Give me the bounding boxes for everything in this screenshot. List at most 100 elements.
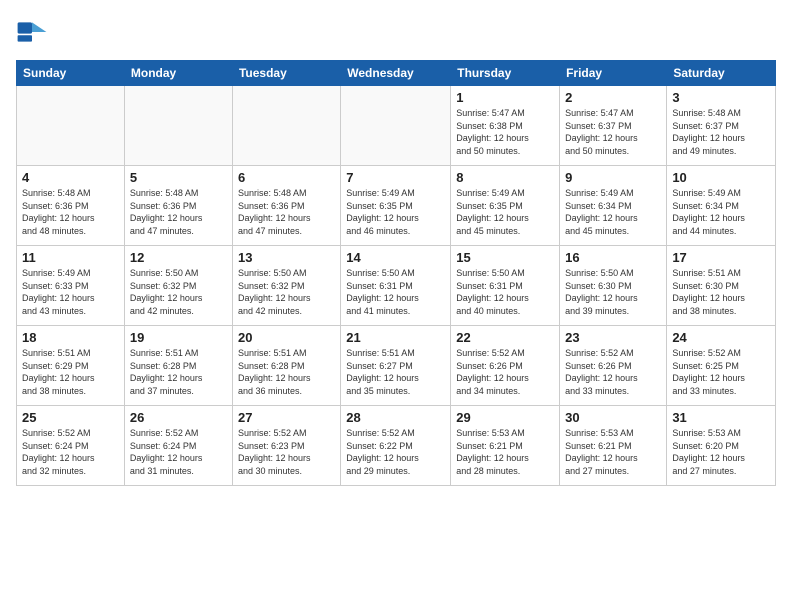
day-number: 17 (672, 250, 770, 265)
day-number: 22 (456, 330, 554, 345)
calendar-day-27: 27 Sunrise: 5:52 AMSunset: 6:23 PMDayligh… (232, 406, 340, 486)
calendar-day-23: 23 Sunrise: 5:52 AMSunset: 6:26 PMDayligh… (560, 326, 667, 406)
calendar-day-19: 19Sunrise: 5:51 AMSunset: 6:28 PMDayligh… (124, 326, 232, 406)
day-number: 30 (565, 410, 661, 425)
calendar-day-8: 8Sunrise: 5:49 AMSunset: 6:35 PMDaylight… (451, 166, 560, 246)
calendar-day-12: 12 Sunrise: 5:50 AMSunset: 6:32 PMDayligh… (124, 246, 232, 326)
calendar-day-30: 30 Sunrise: 5:53 AMSunset: 6:21 PMDayligh… (560, 406, 667, 486)
calendar-day-1: 1Sunrise: 5:47 AMSunset: 6:38 PMDaylight… (451, 86, 560, 166)
day-number: 26 (130, 410, 227, 425)
day-info: Sunrise: 5:49 AMSunset: 6:33 PMDaylight:… (22, 267, 119, 317)
calendar-day-4: 4 Sunrise: 5:48 AMSunset: 6:36 PMDaylight… (17, 166, 125, 246)
day-number: 5 (130, 170, 227, 185)
day-info: Sunrise: 5:50 AMSunset: 6:32 PMDaylight:… (238, 267, 335, 317)
day-number: 18 (22, 330, 119, 345)
day-info: Sunrise: 5:52 AMSunset: 6:26 PMDaylight:… (456, 347, 554, 397)
day-number: 16 (565, 250, 661, 265)
day-number: 23 (565, 330, 661, 345)
day-number: 24 (672, 330, 770, 345)
day-number: 9 (565, 170, 661, 185)
calendar-day-6: 6 Sunrise: 5:48 AMSunset: 6:36 PMDaylight… (232, 166, 340, 246)
calendar-day-31: 31 Sunrise: 5:53 AMSunset: 6:20 PMDayligh… (667, 406, 776, 486)
day-info: Sunrise: 5:50 AMSunset: 6:31 PMDaylight:… (456, 267, 554, 317)
calendar-day-18: 18 Sunrise: 5:51 AMSunset: 6:29 PMDayligh… (17, 326, 125, 406)
day-info: Sunrise: 5:48 AMSunset: 6:37 PMDaylight:… (672, 107, 770, 157)
day-number: 27 (238, 410, 335, 425)
empty-cell (124, 86, 232, 166)
day-number: 2 (565, 90, 661, 105)
calendar-day-2: 2 Sunrise: 5:47 AMSunset: 6:37 PMDaylight… (560, 86, 667, 166)
day-number: 6 (238, 170, 335, 185)
day-number: 8 (456, 170, 554, 185)
calendar-day-24: 24 Sunrise: 5:52 AMSunset: 6:25 PMDayligh… (667, 326, 776, 406)
calendar-day-25: 25Sunrise: 5:52 AMSunset: 6:24 PMDayligh… (17, 406, 125, 486)
day-header-wednesday: Wednesday (341, 61, 451, 86)
calendar-week-row: 11 Sunrise: 5:49 AMSunset: 6:33 PMDayligh… (17, 246, 776, 326)
logo-icon (16, 16, 48, 48)
calendar-day-16: 16 Sunrise: 5:50 AMSunset: 6:30 PMDayligh… (560, 246, 667, 326)
day-info: Sunrise: 5:51 AMSunset: 6:29 PMDaylight:… (22, 347, 119, 397)
calendar-day-3: 3 Sunrise: 5:48 AMSunset: 6:37 PMDaylight… (667, 86, 776, 166)
day-info: Sunrise: 5:49 AMSunset: 6:34 PMDaylight:… (565, 187, 661, 237)
calendar-table: SundayMondayTuesdayWednesdayThursdayFrid… (16, 60, 776, 486)
day-number: 21 (346, 330, 445, 345)
day-number: 29 (456, 410, 554, 425)
day-header-saturday: Saturday (667, 61, 776, 86)
day-info: Sunrise: 5:48 AMSunset: 6:36 PMDaylight:… (238, 187, 335, 237)
day-number: 3 (672, 90, 770, 105)
day-number: 20 (238, 330, 335, 345)
calendar-day-21: 21Sunrise: 5:51 AMSunset: 6:27 PMDayligh… (341, 326, 451, 406)
day-info: Sunrise: 5:51 AMSunset: 6:30 PMDaylight:… (672, 267, 770, 317)
day-info: Sunrise: 5:48 AMSunset: 6:36 PMDaylight:… (22, 187, 119, 237)
day-number: 7 (346, 170, 445, 185)
day-info: Sunrise: 5:53 AMSunset: 6:21 PMDaylight:… (565, 427, 661, 477)
day-info: Sunrise: 5:49 AMSunset: 6:34 PMDaylight:… (672, 187, 770, 237)
day-header-tuesday: Tuesday (232, 61, 340, 86)
calendar-day-13: 13 Sunrise: 5:50 AMSunset: 6:32 PMDayligh… (232, 246, 340, 326)
day-info: Sunrise: 5:52 AMSunset: 6:23 PMDaylight:… (238, 427, 335, 477)
calendar-day-7: 7 Sunrise: 5:49 AMSunset: 6:35 PMDaylight… (341, 166, 451, 246)
calendar-day-29: 29 Sunrise: 5:53 AMSunset: 6:21 PMDayligh… (451, 406, 560, 486)
day-number: 12 (130, 250, 227, 265)
day-header-thursday: Thursday (451, 61, 560, 86)
day-info: Sunrise: 5:50 AMSunset: 6:32 PMDaylight:… (130, 267, 227, 317)
page-header (16, 16, 776, 48)
day-info: Sunrise: 5:52 AMSunset: 6:26 PMDaylight:… (565, 347, 661, 397)
calendar-day-10: 10 Sunrise: 5:49 AMSunset: 6:34 PMDayligh… (667, 166, 776, 246)
day-info: Sunrise: 5:47 AMSunset: 6:38 PMDaylight:… (456, 107, 554, 157)
day-number: 15 (456, 250, 554, 265)
day-info: Sunrise: 5:49 AMSunset: 6:35 PMDaylight:… (346, 187, 445, 237)
day-info: Sunrise: 5:51 AMSunset: 6:28 PMDaylight:… (238, 347, 335, 397)
day-info: Sunrise: 5:50 AMSunset: 6:31 PMDaylight:… (346, 267, 445, 317)
day-info: Sunrise: 5:53 AMSunset: 6:21 PMDaylight:… (456, 427, 554, 477)
calendar-day-15: 15 Sunrise: 5:50 AMSunset: 6:31 PMDayligh… (451, 246, 560, 326)
calendar-day-5: 5 Sunrise: 5:48 AMSunset: 6:36 PMDaylight… (124, 166, 232, 246)
day-info: Sunrise: 5:50 AMSunset: 6:30 PMDaylight:… (565, 267, 661, 317)
day-number: 4 (22, 170, 119, 185)
day-info: Sunrise: 5:52 AMSunset: 6:24 PMDaylight:… (22, 427, 119, 477)
day-number: 13 (238, 250, 335, 265)
calendar-day-22: 22 Sunrise: 5:52 AMSunset: 6:26 PMDayligh… (451, 326, 560, 406)
day-number: 14 (346, 250, 445, 265)
calendar-week-row: 4 Sunrise: 5:48 AMSunset: 6:36 PMDaylight… (17, 166, 776, 246)
calendar-week-row: 25Sunrise: 5:52 AMSunset: 6:24 PMDayligh… (17, 406, 776, 486)
day-header-monday: Monday (124, 61, 232, 86)
day-info: Sunrise: 5:52 AMSunset: 6:25 PMDaylight:… (672, 347, 770, 397)
day-number: 10 (672, 170, 770, 185)
day-info: Sunrise: 5:52 AMSunset: 6:22 PMDaylight:… (346, 427, 445, 477)
day-info: Sunrise: 5:52 AMSunset: 6:24 PMDaylight:… (130, 427, 227, 477)
calendar-header-row: SundayMondayTuesdayWednesdayThursdayFrid… (17, 61, 776, 86)
day-info: Sunrise: 5:48 AMSunset: 6:36 PMDaylight:… (130, 187, 227, 237)
empty-cell (17, 86, 125, 166)
calendar-day-17: 17 Sunrise: 5:51 AMSunset: 6:30 PMDayligh… (667, 246, 776, 326)
calendar-day-14: 14 Sunrise: 5:50 AMSunset: 6:31 PMDayligh… (341, 246, 451, 326)
day-info: Sunrise: 5:47 AMSunset: 6:37 PMDaylight:… (565, 107, 661, 157)
day-number: 19 (130, 330, 227, 345)
day-header-sunday: Sunday (17, 61, 125, 86)
empty-cell (341, 86, 451, 166)
day-number: 31 (672, 410, 770, 425)
day-number: 28 (346, 410, 445, 425)
calendar-day-20: 20 Sunrise: 5:51 AMSunset: 6:28 PMDayligh… (232, 326, 340, 406)
day-number: 11 (22, 250, 119, 265)
day-info: Sunrise: 5:53 AMSunset: 6:20 PMDaylight:… (672, 427, 770, 477)
